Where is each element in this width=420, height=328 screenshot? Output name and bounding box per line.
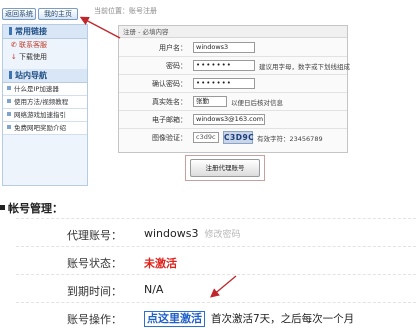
account-row: 账号操作： 点这里激活 首次激活7天，之后每次一个月 [16, 302, 416, 328]
captcha-hint: 有效字符：23456789 [257, 135, 323, 143]
account-action-label: 账号操作： [67, 313, 122, 326]
account-row: 账号状态： 未激活 [16, 246, 416, 274]
section-marker-icon [9, 27, 12, 35]
agent-account-value: windows3 修改密码 [144, 227, 241, 240]
email-label: 电子邮箱： [152, 116, 187, 124]
account-management-title: 帐号管理： [0, 200, 63, 216]
username-row: 用户名： windows3 [119, 39, 347, 57]
account-action-value: 点这里激活 首次激活7天，之后每次一个月 [144, 311, 354, 327]
sidebar-link-contact[interactable]: ✆ 联系客服 [3, 39, 87, 51]
sidebar-nav-item[interactable]: 使用方法/视频教程 [3, 96, 87, 109]
captcha-field[interactable]: c3d9c [193, 132, 219, 143]
username-field[interactable]: windows3 [193, 42, 255, 53]
activate-link[interactable]: 点这里激活 [144, 311, 205, 327]
change-password-link[interactable]: 修改密码 [204, 230, 240, 240]
password-field[interactable]: ••••••• [193, 60, 255, 71]
register-agent-account-button[interactable]: 注册代理账号 [190, 159, 260, 177]
confirm-password-label: 确认密码： [152, 80, 187, 88]
breadcrumb: 当前位置：账号注册 [94, 7, 157, 15]
sidebar-nav-item[interactable]: 什么是IP加速器 [3, 83, 87, 96]
bullet-icon [7, 112, 11, 116]
realname-label: 真实姓名： [152, 98, 187, 106]
sidebar-nav-item[interactable]: 网络游戏加速指引 [3, 109, 87, 122]
phone-icon: ✆ [11, 41, 17, 49]
captcha-row: 图像验证： c3d9c C3D9C 有效字符：23456789 [119, 129, 347, 147]
download-icon: ↓ [11, 53, 17, 61]
realname-field[interactable]: 张勤 [193, 96, 227, 107]
confirm-password-field[interactable]: ••••••• [193, 78, 255, 89]
bullet-icon [7, 125, 11, 129]
expiry-label: 到期时间： [67, 285, 122, 298]
sidebar: 常用链接 ✆ 联系客服 ↓ 下载使用 站内导航 什么是IP加速器 使用方法/视频教程… [2, 24, 88, 186]
realname-row: 真实姓名： 张勤 以便日后核对信息 [119, 93, 347, 111]
sidebar-link-download[interactable]: ↓ 下载使用 [3, 51, 87, 63]
activation-note: 首次激活7天，之后每次一个月 [211, 313, 355, 325]
registration-screenshot: 返回系统 我的主页 当前位置：账号注册 常用链接 ✆ 联系客服 ↓ 下载使用 站内导… [0, 0, 420, 186]
square-bullet-icon [0, 205, 5, 210]
expiry-value: N/A [144, 283, 164, 296]
email-field[interactable]: windows3@163.com [193, 114, 265, 125]
password-label: 密码： [166, 62, 187, 70]
form-title: 注册 - 必填内容 [119, 26, 347, 38]
password-hint: 建议用字母，数字或下划线组成 [259, 63, 350, 71]
email-row: 电子邮箱： windows3@163.com [119, 111, 347, 129]
my-homepage-button[interactable]: 我的主页 [38, 8, 78, 20]
password-row: 密码： ••••••• 建议用字母，数字或下划线组成 [119, 57, 350, 75]
account-status-value: 未激活 [144, 257, 177, 270]
section-marker-icon [9, 71, 12, 79]
captcha-image[interactable]: C3D9C [223, 131, 254, 144]
bullet-icon [7, 86, 11, 90]
bullet-icon [7, 99, 11, 103]
registration-form: 注册 - 必填内容 用户名： windows3 密码： ••••••• 建议用字… [118, 25, 350, 153]
username-label: 用户名： [159, 44, 187, 52]
account-row: 到期时间： N/A [16, 274, 416, 302]
agent-account-label: 代理账号： [67, 229, 122, 242]
account-row: 代理账号： windows3 修改密码 [16, 218, 416, 246]
confirm-password-row: 确认密码： ••••••• [119, 75, 347, 93]
realname-hint: 以便日后核对信息 [231, 99, 283, 107]
captcha-label: 图像验证： [152, 134, 187, 142]
sidebar-section-common-links: 常用链接 [3, 25, 87, 39]
account-status-label: 账号状态： [67, 257, 122, 270]
account-table: 代理账号： windows3 修改密码 账号状态： 未激活 到期时间： N/A 账… [16, 218, 416, 328]
sidebar-nav-item[interactable]: 免费网吧奖励介绍 [3, 122, 87, 135]
back-to-system-button[interactable]: 返回系统 [2, 8, 36, 20]
sidebar-section-site-nav: 站内导航 [3, 69, 87, 83]
